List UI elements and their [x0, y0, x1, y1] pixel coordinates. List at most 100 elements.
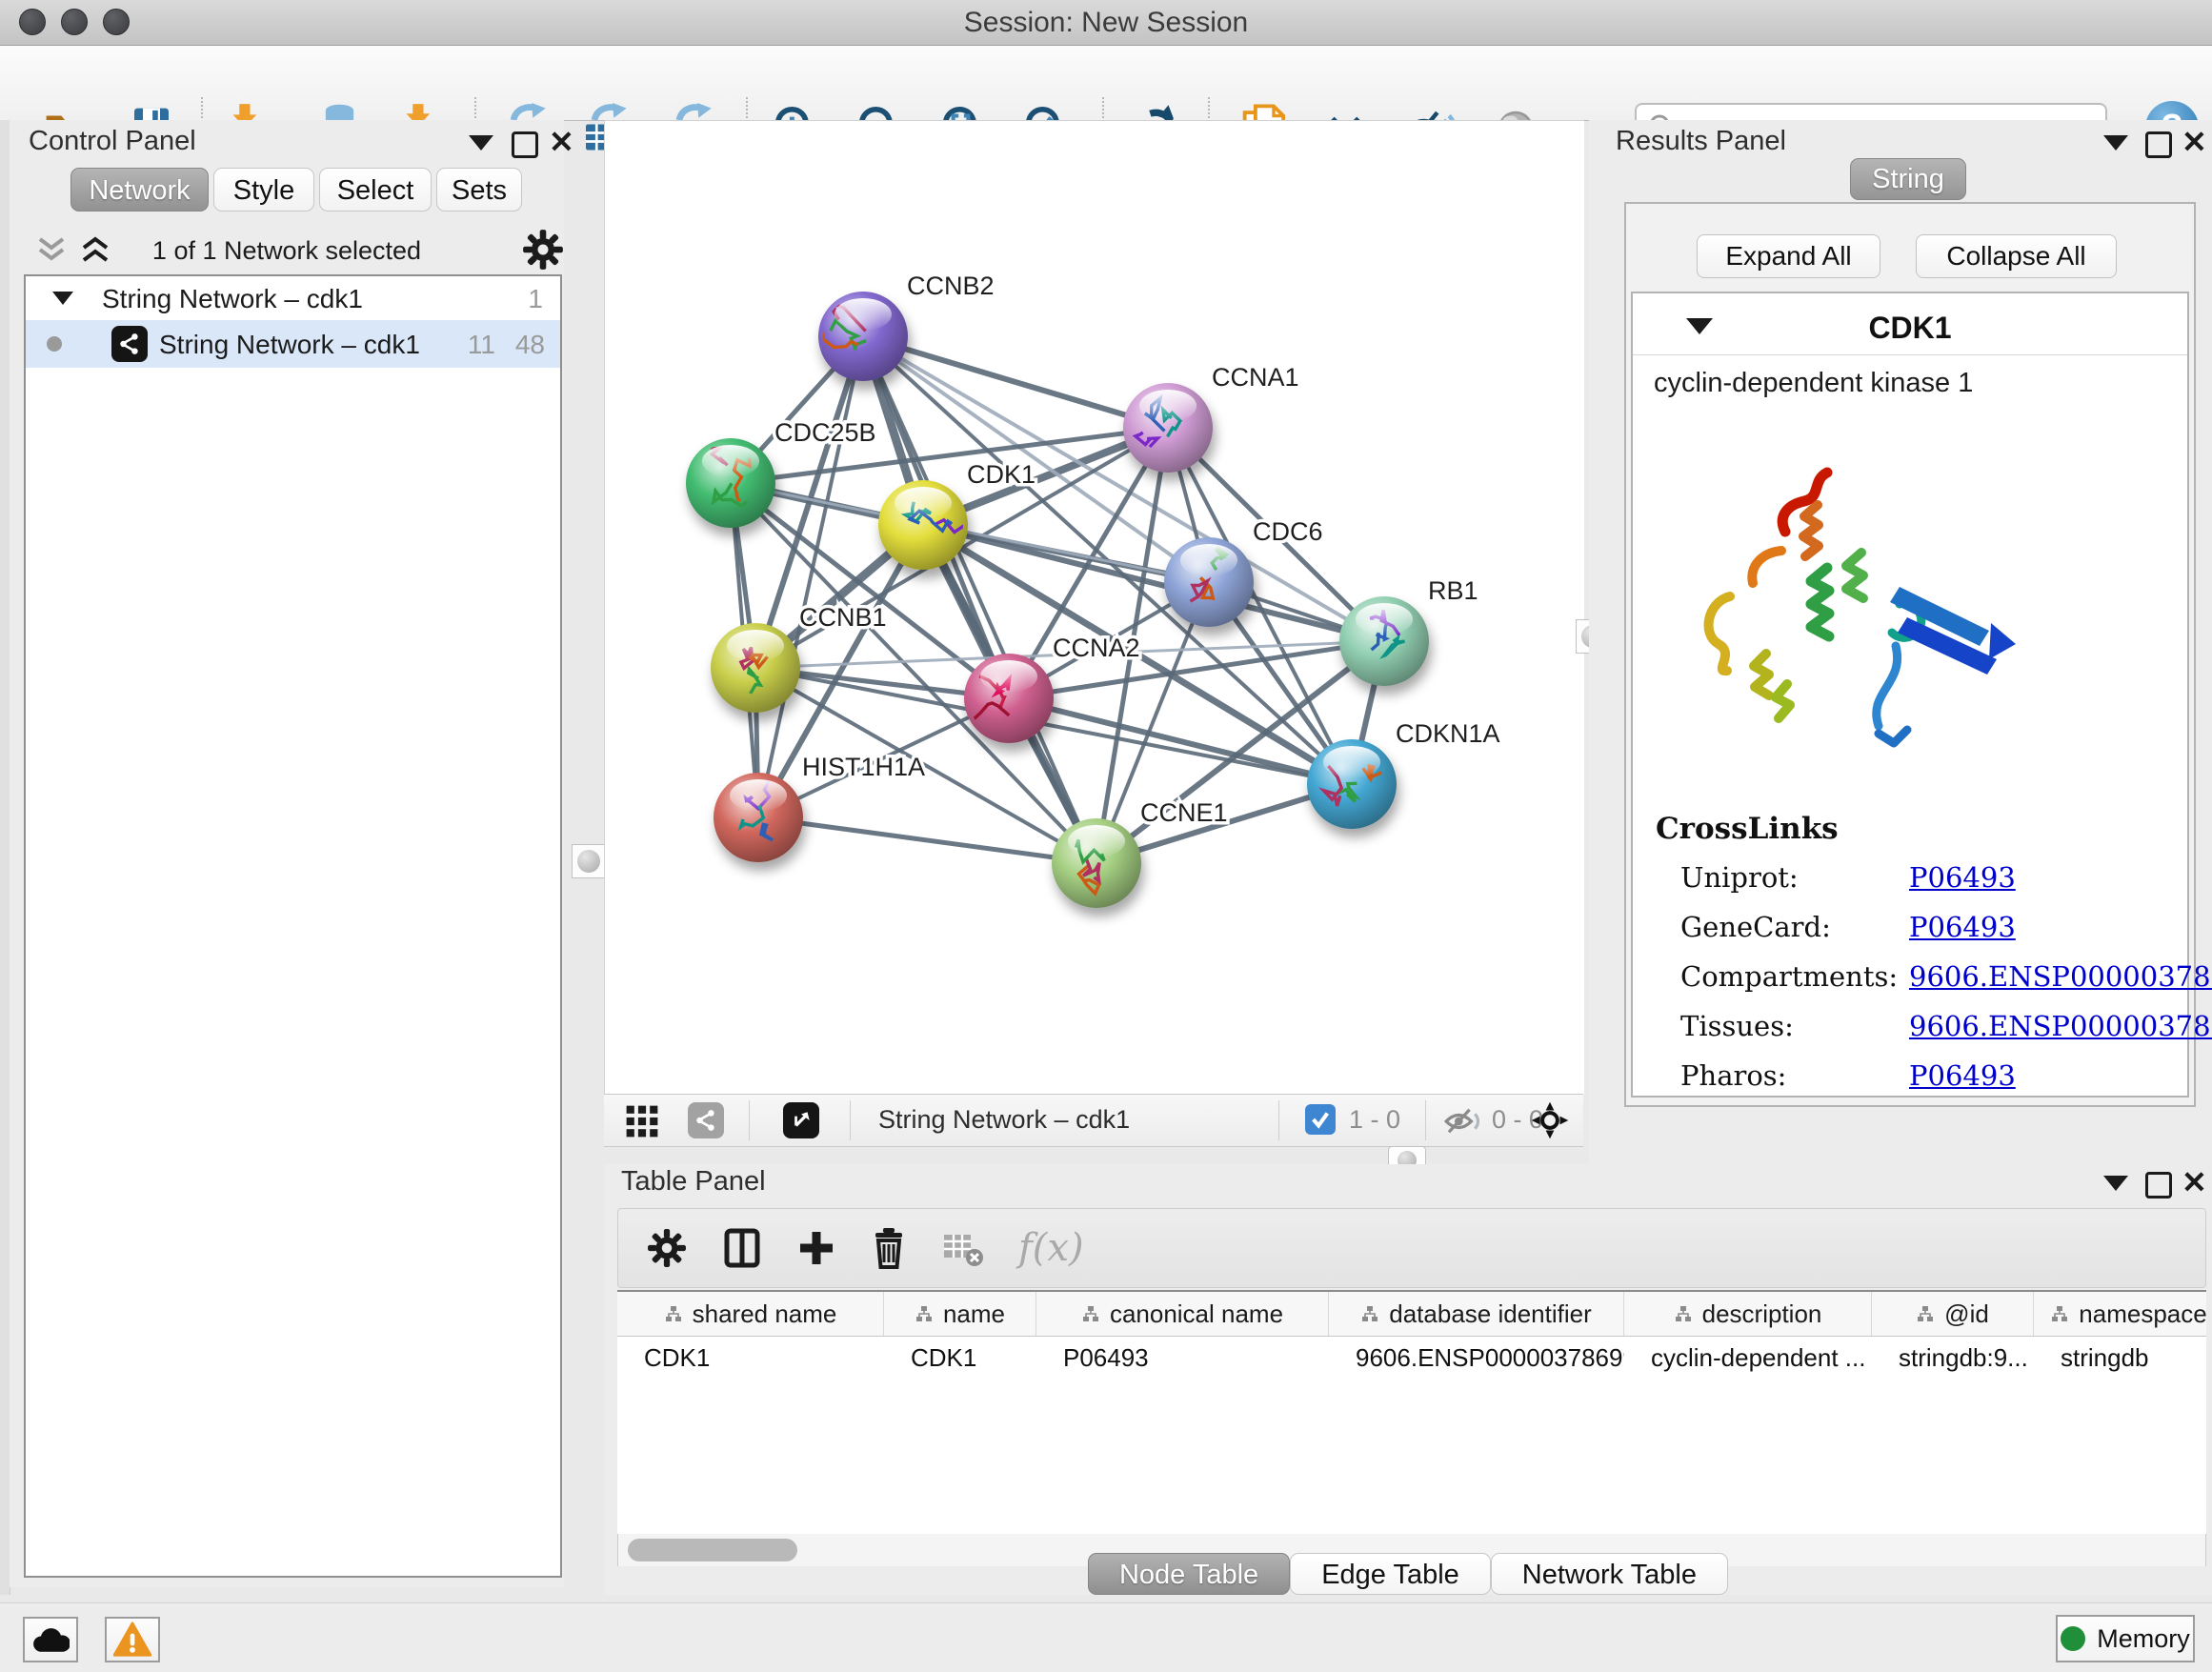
collapse-all-button[interactable]: Collapse All [1916, 234, 2117, 278]
column-header-description[interactable]: description [1624, 1292, 1872, 1336]
crosslink-link[interactable]: P06493 [1909, 861, 2016, 894]
control-panel-title: Control Panel [29, 126, 196, 157]
node-CDKN1A[interactable]: CDKN1A [1307, 719, 1500, 829]
table-row[interactable]: CDK1CDK1P064939606.ENSP00000378699cyclin… [617, 1337, 2206, 1379]
table-panel-close-icon[interactable]: ✕ [2182, 1170, 2207, 1195]
table-cell: cyclin-dependent ... [1624, 1337, 1872, 1379]
crosslink-label: Compartments: [1680, 960, 1898, 993]
control-panel-collapse-icon[interactable] [469, 135, 493, 151]
sort-icon[interactable] [1916, 1304, 1935, 1323]
tab-sets[interactable]: Sets [436, 168, 522, 212]
memory-status-dot-icon [2061, 1626, 2085, 1651]
column-header-canonical-name[interactable]: canonical name [1036, 1292, 1329, 1336]
table-options-gear-icon[interactable] [647, 1228, 687, 1268]
sort-icon[interactable] [1081, 1304, 1100, 1323]
show-columns-icon[interactable] [721, 1227, 763, 1269]
crosslink-link[interactable]: P06493 [1909, 1059, 2016, 1092]
title-bar: Session: New Session [0, 0, 2212, 46]
warning-button[interactable] [105, 1617, 160, 1662]
add-column-icon[interactable] [797, 1229, 835, 1267]
memory-button[interactable]: Memory [2056, 1615, 2195, 1662]
network-row[interactable]: String Network – cdk1 11 48 [26, 320, 560, 368]
node-CDK1[interactable]: CDK1 [878, 460, 1036, 570]
tab-network[interactable]: Network [70, 168, 209, 212]
selected-checkbox-icon[interactable] [1305, 1104, 1336, 1135]
table-cell: CDK1 [617, 1337, 884, 1379]
separator [1425, 1100, 1426, 1140]
table-panel-float-icon[interactable] [2145, 1172, 2172, 1199]
column-header-label: shared name [693, 1299, 837, 1329]
left-splitter-handle[interactable] [572, 844, 606, 878]
tab-network-table[interactable]: Network Table [1491, 1553, 1728, 1595]
protein-structure-image [1675, 455, 2018, 770]
edge-CCNB2-CCNE1[interactable] [863, 336, 1096, 863]
table-cell: stringdb:9... [1872, 1337, 2034, 1379]
tab-string[interactable]: String [1850, 158, 1966, 200]
node-RB1[interactable]: RB1 [1339, 576, 1478, 686]
delete-column-icon[interactable] [870, 1227, 908, 1269]
network-status-dot-icon [47, 336, 62, 352]
divider [1633, 354, 2187, 355]
crosslink-label: Tissues: [1680, 1010, 1794, 1042]
network-canvas[interactable]: CCNB2CCNA1CDC25BCDK1CDC6RB1CCNB1CCNA2CDK… [604, 120, 1584, 1095]
edge-CCNB2-HIST1H1A[interactable] [758, 336, 863, 817]
crosslink-row-pharos: Pharos:P06493 [1680, 1059, 2176, 1109]
cloud-button[interactable] [23, 1617, 78, 1662]
tab-style[interactable]: Style [213, 168, 314, 212]
node-label-CDC25B: CDC25B [774, 418, 876, 447]
results-panel-title: Results Panel [1616, 126, 1786, 157]
network-collection-row[interactable]: String Network – cdk1 1 [26, 276, 560, 320]
control-panel: Control Panel ✕ NetworkStyleSelectSets 1… [10, 120, 564, 1587]
results-panel-float-icon[interactable] [2145, 131, 2172, 158]
column-header-@id[interactable]: @id [1872, 1292, 2034, 1336]
sort-icon[interactable] [1674, 1304, 1693, 1323]
crosslink-link[interactable]: P06493 [1909, 911, 2016, 943]
sort-icon[interactable] [2050, 1304, 2069, 1323]
node-label-CCNA1: CCNA1 [1212, 363, 1299, 392]
string-view-icon[interactable] [688, 1102, 724, 1138]
table-panel-collapse-icon[interactable] [2103, 1176, 2128, 1191]
node-label-CDKN1A: CDKN1A [1396, 719, 1500, 748]
crosslink-link[interactable]: 9606.ENSP00000378699 [1909, 1010, 2212, 1042]
column-header-namespace[interactable]: namespace [2034, 1292, 2206, 1336]
function-builder-icon[interactable]: f(x) [1018, 1226, 1084, 1270]
crosslink-label: GeneCard: [1680, 911, 1831, 943]
network-view-toolbar: String Network – cdk1 1 - 0 0 - 0 [604, 1094, 1583, 1147]
node-HIST1H1A[interactable]: HIST1H1A [714, 753, 925, 862]
clear-table-icon[interactable] [942, 1229, 984, 1267]
collection-expander-icon[interactable] [52, 292, 73, 305]
open-in-window-icon[interactable] [783, 1102, 819, 1138]
node-CCNE1[interactable]: CCNE1 [1052, 798, 1228, 908]
expand-all-button[interactable]: Expand All [1697, 234, 1880, 278]
node-label-HIST1H1A: HIST1H1A [802, 753, 925, 781]
results-panel-close-icon[interactable]: ✕ [2182, 130, 2207, 154]
tab-edge-table[interactable]: Edge Table [1290, 1553, 1491, 1595]
column-header-name[interactable]: name [884, 1292, 1036, 1336]
sort-icon[interactable] [915, 1304, 934, 1323]
network-options-gear-icon[interactable] [522, 229, 564, 271]
edge-CCNB2-CCNA1[interactable] [863, 336, 1168, 428]
gene-description: cyclin-dependent kinase 1 [1654, 368, 1973, 399]
table-header-row: shared name namecanonical namedatabase id… [617, 1292, 2206, 1337]
fit-selected-crosshair-icon[interactable] [1530, 1100, 1570, 1140]
grid-view-icon[interactable] [625, 1104, 659, 1138]
node-CCNB1[interactable]: CCNB1 [711, 603, 887, 713]
node-CCNA1[interactable]: CCNA1 [1123, 363, 1299, 473]
collection-label: String Network – cdk1 [102, 284, 363, 314]
column-header-shared-name[interactable]: shared name [617, 1292, 884, 1336]
sort-icon[interactable] [1360, 1304, 1379, 1323]
edge-HIST1H1A-CCNE1[interactable] [758, 817, 1096, 863]
sort-icon[interactable] [664, 1304, 683, 1323]
column-header-database-identifier[interactable]: database identifier [1329, 1292, 1624, 1336]
node-table: shared name namecanonical namedatabase id… [617, 1290, 2206, 1566]
crosslink-link[interactable]: 9606.ENSP00000378699 [1909, 960, 2212, 993]
node-label-RB1: RB1 [1428, 576, 1478, 605]
network-label: String Network – cdk1 [159, 330, 420, 360]
control-panel-float-icon[interactable] [512, 131, 538, 158]
hidden-eye-icon[interactable] [1442, 1106, 1484, 1137]
table-panel: Table Panel ✕ f(x) shared namenamecanoni… [604, 1164, 2212, 1595]
tab-select[interactable]: Select [319, 168, 432, 212]
results-panel-collapse-icon[interactable] [2103, 135, 2128, 151]
tab-node-table[interactable]: Node Table [1088, 1553, 1290, 1595]
control-panel-close-icon[interactable]: ✕ [549, 130, 574, 154]
